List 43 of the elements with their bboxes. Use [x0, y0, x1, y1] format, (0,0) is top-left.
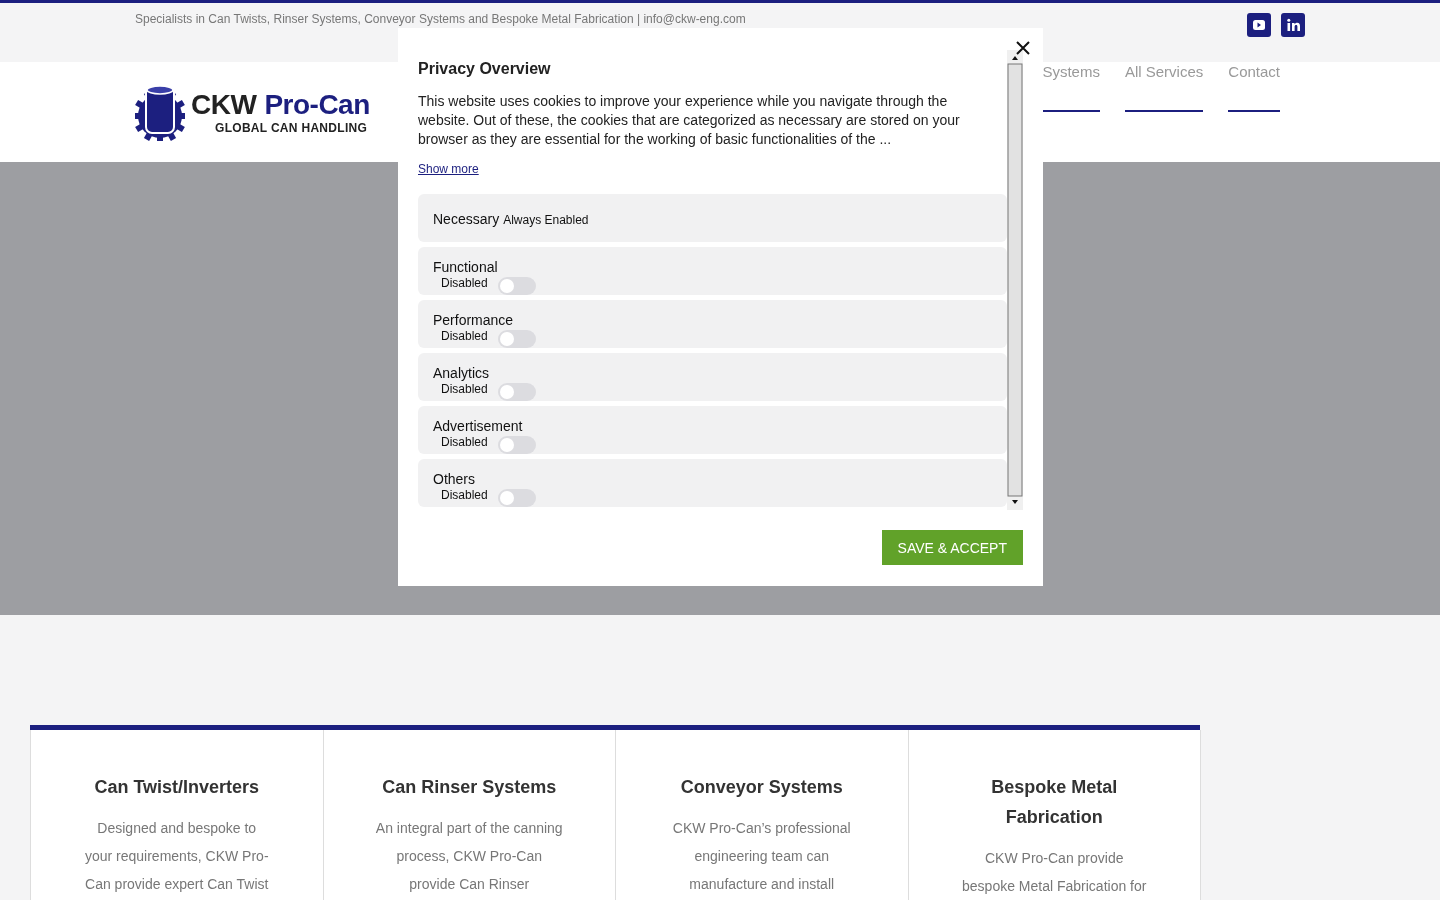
cookie-category[interactable]: Others Disabled: [418, 459, 1007, 507]
toggle-switch[interactable]: [497, 489, 536, 507]
category-status: Disabled: [440, 276, 488, 290]
category-label: Others: [433, 471, 476, 487]
category-label: Performance: [433, 312, 515, 328]
card-title: Conveyor Systems: [679, 776, 844, 799]
logo-name: Pro-Can: [264, 89, 370, 120]
toggle-switch[interactable]: [497, 277, 536, 295]
card-text: CKW Pro-Can’s professional engineering team can manufacture and install: [671, 819, 852, 894]
linkedin-icon[interactable]: [1281, 13, 1305, 37]
card-title: Can Rinser Systems: [381, 776, 558, 799]
category-status: Disabled: [440, 435, 488, 449]
category-status: Disabled: [440, 329, 488, 343]
toggle-switch[interactable]: [497, 436, 536, 454]
cookie-category[interactable]: Analytics Disabled: [418, 353, 1007, 401]
category-label: Advertisement: [433, 418, 524, 434]
can-gear-icon: [135, 83, 185, 141]
scrollbar[interactable]: [1007, 50, 1023, 510]
category-status: Disabled: [440, 488, 488, 502]
play-icon[interactable]: [1247, 13, 1271, 37]
show-more-link[interactable]: Show more: [418, 162, 479, 176]
dialog-title: Privacy Overview: [418, 60, 552, 78]
card-title: Can Twist/Inverters: [93, 776, 261, 799]
category-status: Always Enabled: [502, 213, 589, 227]
category-label: Necessary: [433, 211, 500, 227]
close-icon[interactable]: [1016, 41, 1030, 55]
category-label: Functional: [433, 259, 499, 275]
cookie-category[interactable]: Performance Disabled: [418, 300, 1007, 348]
cookie-category[interactable]: Advertisement Disabled: [418, 406, 1007, 454]
cookie-category[interactable]: Necessary Always Enabled: [418, 194, 1007, 242]
tagline: Specialists in Can Twists, Rinser Systems, Conveyor Systems and Bespoke Metal Fabrication | info@ckw-eng.com: [135, 11, 746, 26]
logo-name: CKW: [191, 89, 257, 120]
card-text: An integral part of the canning process, CKW Pro-Can provide Can Rinser: [374, 819, 564, 894]
logo-subtitle: GLOBAL CAN HANDLING: [214, 121, 369, 135]
card-title: Bespoke Metal Fabrication: [990, 776, 1119, 829]
cookie-category[interactable]: Functional Disabled: [418, 247, 1007, 295]
category-status: Disabled: [440, 382, 488, 396]
dialog-text: This website uses cookies to improve your experience while you navigate through the website. Out of these, the cookies that are categorized as necessary are stored on your browser as they are essential for the working of basic functionalities of the ...: [418, 92, 961, 149]
category-label: Analytics: [433, 365, 491, 381]
card-text: CKW Pro-Can provide bespoke Metal Fabrication for: [961, 849, 1148, 896]
card-text: Designed and bespoke to your requirements, CKW Pro-Can provide expert Can Twist: [83, 819, 270, 894]
toggle-switch[interactable]: [497, 383, 536, 401]
toggle-switch[interactable]: [497, 330, 536, 348]
